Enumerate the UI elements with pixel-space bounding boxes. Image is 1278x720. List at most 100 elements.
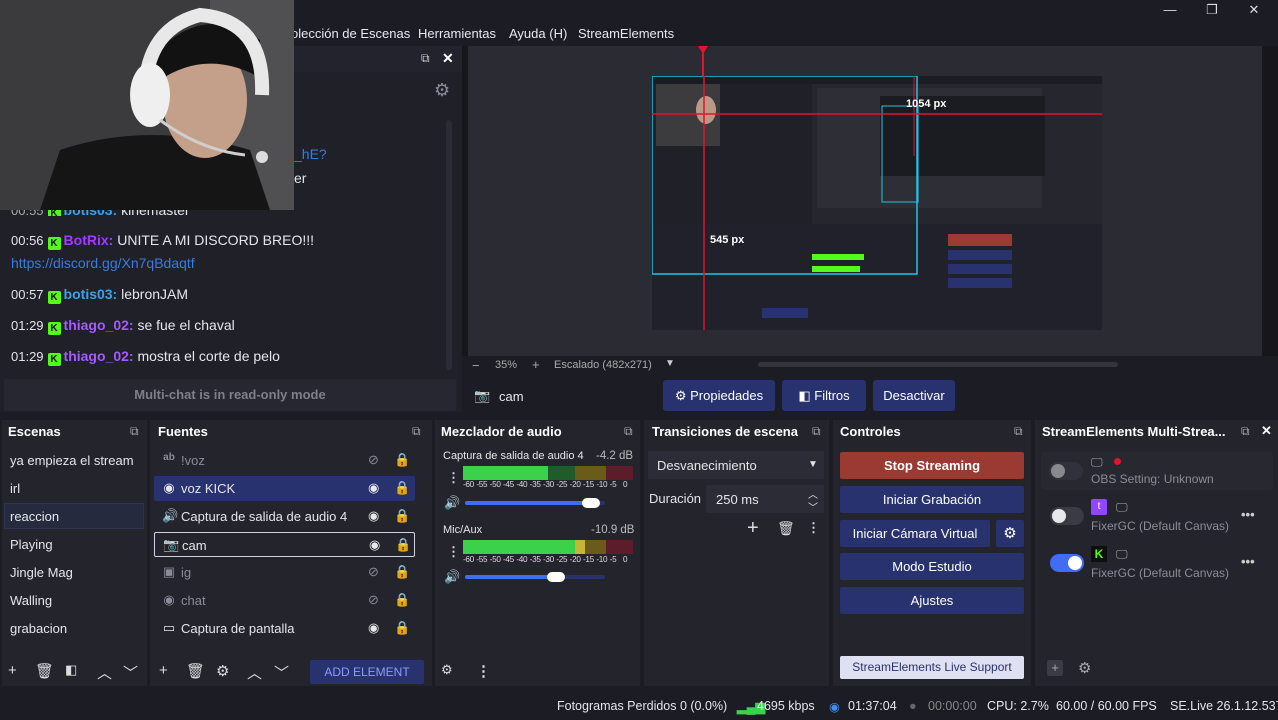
restore-button[interactable]: ❐ — [1202, 2, 1222, 20]
stream-toggle[interactable] — [1050, 507, 1084, 525]
trash-icon[interactable]: 🗑 — [777, 520, 795, 537]
undock-icon[interactable]: ⧉ — [421, 51, 430, 66]
gear-icon[interactable]: ⚙ — [434, 80, 454, 100]
preview-scrollbar[interactable] — [758, 362, 1118, 367]
filter-icon[interactable]: ◧ — [65, 662, 77, 678]
speaker-icon[interactable]: 🔊 — [444, 495, 460, 511]
eye-hidden-icon[interactable]: ⊘ — [368, 452, 379, 468]
minimize-button[interactable]: — — [1160, 2, 1180, 20]
add-element-button[interactable]: ADD ELEMENT — [310, 660, 424, 684]
source-item[interactable]: ◉ chat ⊘ 🔒 — [154, 588, 415, 613]
menu-scene-collection[interactable]: olección de Escenas — [291, 26, 410, 41]
eye-hidden-icon[interactable]: ⊘ — [368, 592, 379, 608]
menu-help[interactable]: Ayuda (H) — [509, 26, 567, 41]
close-dock-icon[interactable]: ✕ — [442, 50, 454, 67]
volume-knob[interactable] — [547, 572, 565, 582]
gear-icon[interactable]: ⚙ — [1078, 659, 1091, 677]
start-recording-button[interactable]: Iniciar Grabación — [840, 486, 1024, 513]
menu-tools[interactable]: Herramientas — [418, 26, 496, 41]
close-window-button[interactable]: ✕ — [1244, 2, 1264, 20]
settings-button[interactable]: Ajustes — [840, 587, 1024, 614]
eye-icon[interactable]: ◉ — [368, 508, 379, 524]
undock-icon[interactable]: ⧉ — [412, 424, 421, 439]
meter-tick-label: -60 — [463, 555, 474, 564]
undock-icon[interactable]: ⧉ — [624, 424, 633, 439]
monitor-icon: 🖵 — [1091, 455, 1103, 469]
source-item-focused[interactable]: 📷 cam ◉ 🔒 — [154, 532, 415, 557]
stop-streaming-button[interactable]: Stop Streaming — [840, 452, 1024, 479]
virtual-camera-button[interactable]: Iniciar Cámara Virtual — [840, 520, 990, 547]
undock-icon[interactable]: ⧉ — [130, 424, 139, 439]
duration-input[interactable]: 250 ms ︿ ﹀ — [706, 485, 824, 514]
lock-icon[interactable]: 🔒 — [394, 480, 410, 496]
filters-button[interactable]: ◧ Filtros — [782, 380, 866, 411]
volume-slider[interactable] — [465, 498, 605, 508]
lock-icon[interactable]: 🔒 — [394, 508, 410, 524]
chevron-down-icon[interactable]: ▼ — [665, 358, 675, 369]
lock-icon[interactable]: 🔒 — [394, 620, 410, 636]
volume-slider[interactable] — [465, 572, 605, 582]
scene-item[interactable]: Jingle Mag — [10, 565, 73, 580]
transition-select[interactable]: Desvanecimiento ▼ — [648, 451, 824, 479]
scene-item[interactable]: irl — [10, 481, 20, 496]
stream-toggle[interactable] — [1049, 462, 1083, 480]
undock-icon[interactable]: ⧉ — [1241, 424, 1250, 439]
lock-icon[interactable]: 🔒 — [394, 452, 410, 468]
close-dock-icon[interactable]: ✕ — [1261, 423, 1272, 439]
source-item[interactable]: 🔊 Captura de salida de audio 4 ◉ 🔒 — [154, 504, 415, 529]
trash-icon[interactable]: 🗑 — [186, 662, 205, 680]
scene-item[interactable]: Walling — [10, 593, 52, 608]
live-support-button[interactable]: StreamElements Live Support — [840, 656, 1024, 679]
properties-button[interactable]: ⚙ Propiedades — [663, 380, 775, 411]
kebab-menu-icon[interactable]: ⋮ — [447, 544, 460, 560]
kebab-menu-icon[interactable]: ⋮ — [476, 662, 491, 680]
more-options-icon[interactable]: ••• — [1241, 507, 1255, 522]
gear-icon[interactable]: ⚙ — [996, 520, 1024, 547]
add-source-button[interactable]: + — [159, 662, 168, 679]
chevron-up-icon[interactable]: ︿ — [247, 662, 262, 683]
source-item[interactable]: ab !voz ⊘ 🔒 — [154, 448, 415, 473]
scene-item[interactable]: grabacion — [10, 621, 67, 636]
gear-icon[interactable]: ⚙ — [216, 662, 229, 680]
chevron-down-icon[interactable]: ﹀ — [123, 662, 138, 683]
stepper-down-icon[interactable]: ﹀ — [808, 499, 818, 514]
add-transition-button[interactable]: + — [747, 517, 759, 540]
studio-mode-button[interactable]: Modo Estudio — [840, 553, 1024, 580]
chevron-up-icon[interactable]: ︿ — [97, 662, 112, 683]
scene-item[interactable]: ya empieza el stream — [10, 453, 134, 468]
kebab-menu-icon[interactable]: ⋮ — [807, 520, 820, 536]
menu-streamelements[interactable]: StreamElements — [578, 26, 674, 41]
eye-hidden-icon[interactable]: ⊘ — [368, 564, 379, 580]
chat-link[interactable]: https://discord.gg/Xn7qBdaqtf — [11, 255, 195, 271]
lock-icon[interactable]: 🔒 — [394, 592, 410, 608]
scene-item[interactable]: reaccion — [10, 509, 59, 524]
undock-icon[interactable]: ⧉ — [1014, 424, 1023, 439]
source-item[interactable]: ▭ Captura de pantalla ◉ 🔒 — [154, 616, 415, 641]
meter-tick-label: -35 — [529, 555, 541, 564]
chevron-down-icon[interactable]: ﹀ — [274, 662, 289, 683]
undock-icon[interactable]: ⧉ — [812, 424, 821, 439]
volume-knob[interactable] — [582, 498, 600, 508]
eye-icon[interactable]: ◉ — [368, 620, 379, 636]
advanced-audio-icon[interactable]: ⚙ — [441, 662, 453, 678]
add-scene-button[interactable]: + — [8, 662, 17, 679]
add-stream-button[interactable]: + — [1047, 660, 1063, 676]
lock-icon[interactable]: 🔒 — [394, 564, 410, 580]
lock-icon[interactable]: 🔒 — [395, 537, 411, 553]
scale-mode[interactable]: Escalado (482x271) — [554, 359, 652, 371]
deactivate-button[interactable]: Desactivar — [873, 380, 955, 411]
source-item[interactable]: ▣ ig ⊘ 🔒 — [154, 560, 415, 585]
zoom-in-button[interactable]: + — [532, 357, 540, 372]
eye-icon[interactable]: ◉ — [369, 537, 380, 553]
preview-canvas[interactable]: 1054 px 545 px — [652, 76, 1102, 330]
zoom-out-button[interactable]: − — [472, 358, 480, 373]
more-options-icon[interactable]: ••• — [1241, 554, 1255, 569]
stream-toggle[interactable] — [1050, 554, 1084, 572]
speaker-icon[interactable]: 🔊 — [444, 569, 460, 585]
scene-item[interactable]: Playing — [10, 537, 53, 552]
kebab-menu-icon[interactable]: ⋮ — [447, 470, 460, 486]
trash-icon[interactable]: 🗑 — [35, 662, 54, 680]
eye-icon[interactable]: ◉ — [368, 480, 379, 496]
chat-scrollbar[interactable] — [446, 120, 452, 370]
source-item-selected[interactable]: ◉ voz KICK ◉ 🔒 — [154, 476, 415, 501]
